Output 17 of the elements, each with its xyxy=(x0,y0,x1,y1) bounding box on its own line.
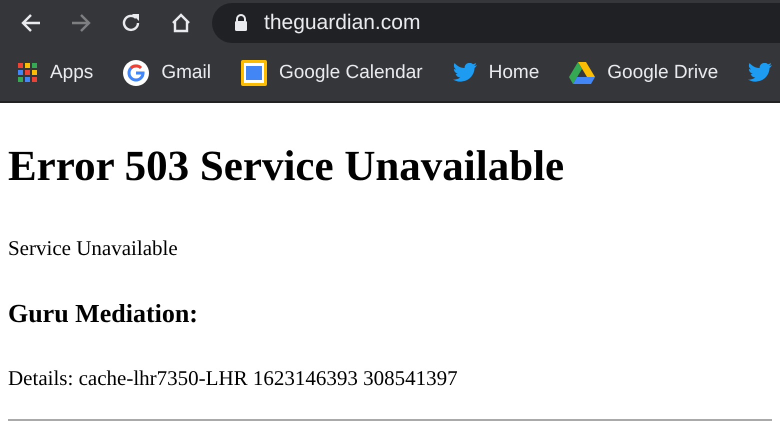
bookmark[interactable]: Apps xyxy=(18,58,94,88)
details-text: Details: cache-lhr7350-LHR 1623146393 308541397 xyxy=(8,365,459,392)
calendar-icon xyxy=(240,60,267,86)
lock-icon xyxy=(234,14,248,31)
bookmark[interactable]: Google Calendar xyxy=(240,58,423,88)
apps-icon xyxy=(18,63,38,83)
bird-icon xyxy=(452,63,477,83)
bird-icon[interactable] xyxy=(748,63,772,83)
address-bar[interactable]: theguardian.com xyxy=(212,2,780,42)
bookmark[interactable]: Google Drive xyxy=(569,58,718,88)
section-heading: Guru Mediation: xyxy=(8,298,199,330)
error-message: Service Unavailable xyxy=(8,234,179,262)
error-heading: Error 503 Service Unavailable xyxy=(8,142,566,192)
google-icon xyxy=(123,60,150,86)
drive-icon xyxy=(569,62,596,84)
bookmark[interactable]: Home xyxy=(452,58,540,88)
bookmark[interactable]: Gmail xyxy=(123,58,211,88)
